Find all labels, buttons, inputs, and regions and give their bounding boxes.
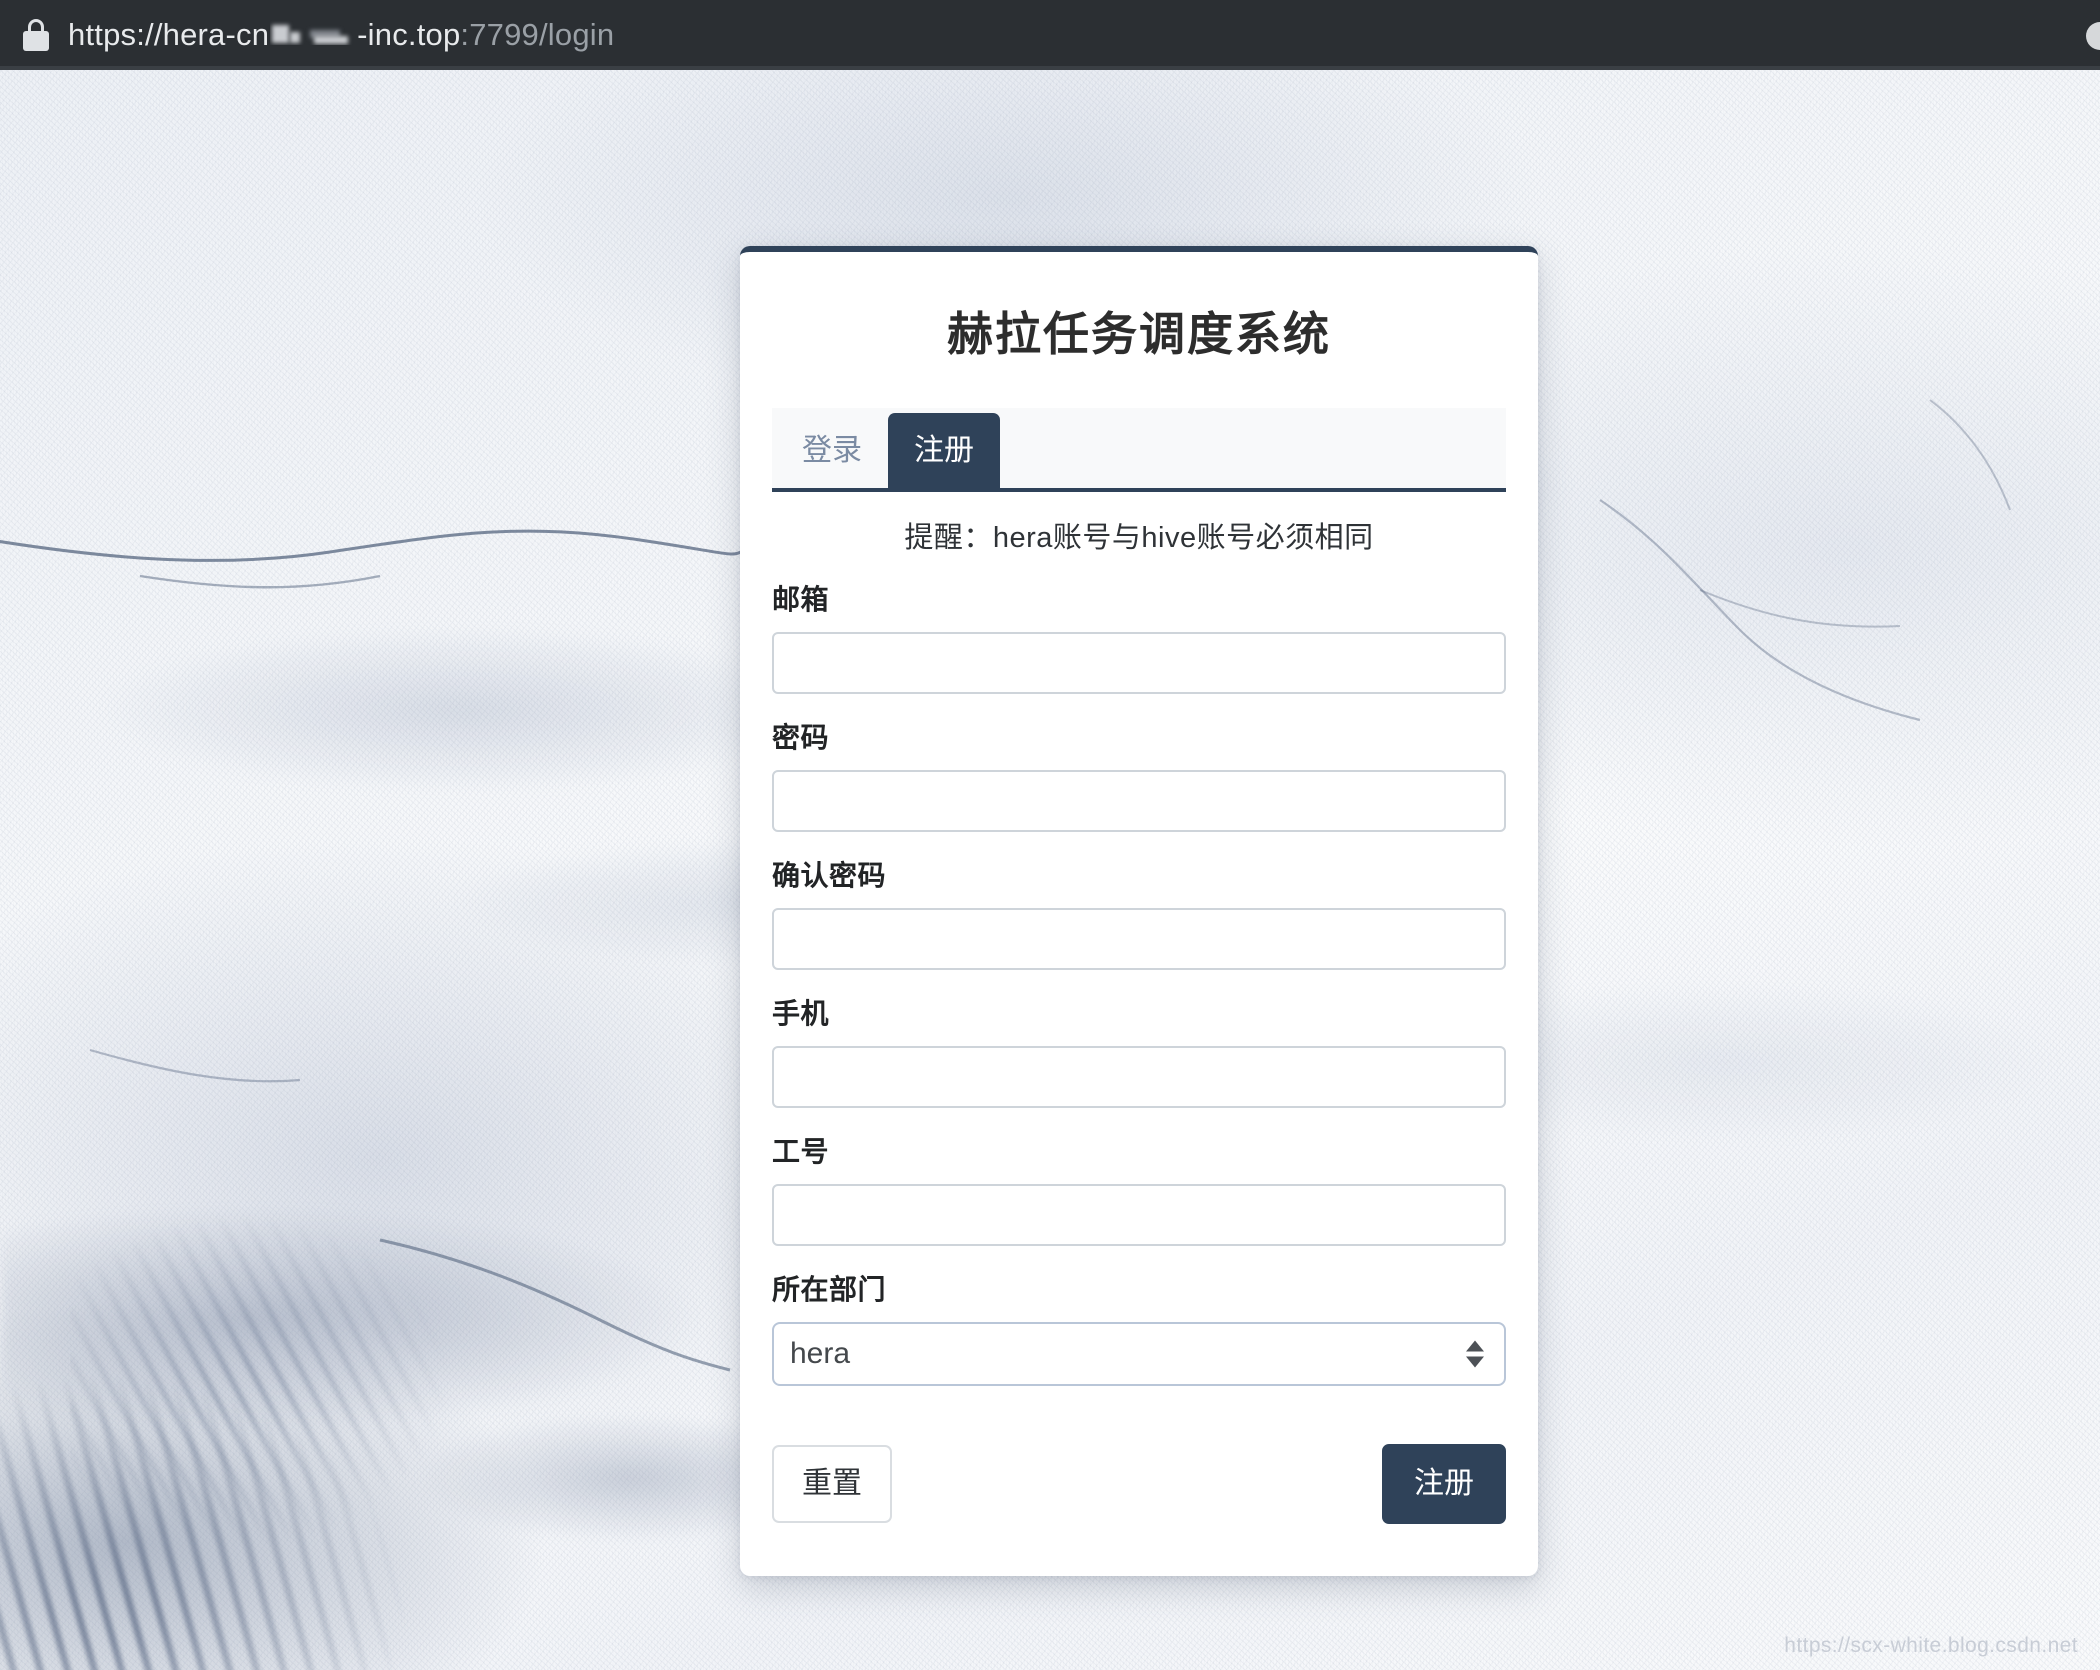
field-label-password: 密码 (772, 722, 830, 753)
field-label-department: 所在部门 (772, 1274, 887, 1305)
field-email: 邮箱 (772, 578, 1506, 694)
registration-form: 邮箱 密码 确认密码 手机 工号 所在部门 hera (740, 574, 1538, 1386)
url-prefix: https://hera-cn (68, 17, 270, 52)
form-actions: 重置 注册 (740, 1408, 1538, 1524)
page-title: 赫拉任务调度系统 (947, 308, 1331, 360)
department-select-wrapper: hera (772, 1322, 1506, 1386)
field-label-employee-id: 工号 (772, 1136, 830, 1167)
browser-address-bar[interactable]: https://hera-cn -inc.top :7799/login (0, 0, 2100, 70)
field-employee-id: 工号 (772, 1130, 1506, 1246)
url-domain-suffix: -inc.top (357, 17, 461, 52)
register-submit-button[interactable]: 注册 (1382, 1444, 1506, 1524)
employee-id-input[interactable] (772, 1184, 1506, 1246)
url-text[interactable]: https://hera-cn -inc.top :7799/login (68, 17, 614, 53)
tab-register[interactable]: 注册 (888, 413, 1000, 488)
field-label-email: 邮箱 (772, 584, 830, 615)
watermark-text: https://scx-white.blog.csdn.net (1784, 1634, 2078, 1657)
phone-input[interactable] (772, 1046, 1506, 1108)
lock-icon (22, 18, 50, 52)
url-port-path: :7799/login (460, 17, 615, 52)
auth-tabs: 登录 注册 (772, 408, 1506, 492)
url-redacted-block (270, 19, 356, 45)
browser-window: https://hera-cn -inc.top :7799/login htt… (0, 0, 2100, 1670)
confirm-password-input[interactable] (772, 908, 1506, 970)
password-input[interactable] (772, 770, 1506, 832)
field-password: 密码 (772, 716, 1506, 832)
department-select[interactable]: hera (772, 1322, 1506, 1386)
auth-card: 赫拉任务调度系统 登录 注册 提醒：hera账号与hive账号必须相同 邮箱 密… (740, 246, 1538, 1576)
field-label-confirm-password: 确认密码 (772, 860, 887, 891)
field-department: 所在部门 hera (772, 1268, 1506, 1386)
field-confirm-password: 确认密码 (772, 854, 1506, 970)
field-label-phone: 手机 (772, 998, 830, 1029)
tab-login[interactable]: 登录 (776, 413, 888, 488)
reset-button[interactable]: 重置 (772, 1445, 892, 1523)
profile-avatar-icon[interactable] (2086, 22, 2100, 50)
email-input[interactable] (772, 632, 1506, 694)
field-phone: 手机 (772, 992, 1506, 1108)
registration-notice: 提醒：hera账号与hive账号必须相同 (904, 522, 1374, 554)
